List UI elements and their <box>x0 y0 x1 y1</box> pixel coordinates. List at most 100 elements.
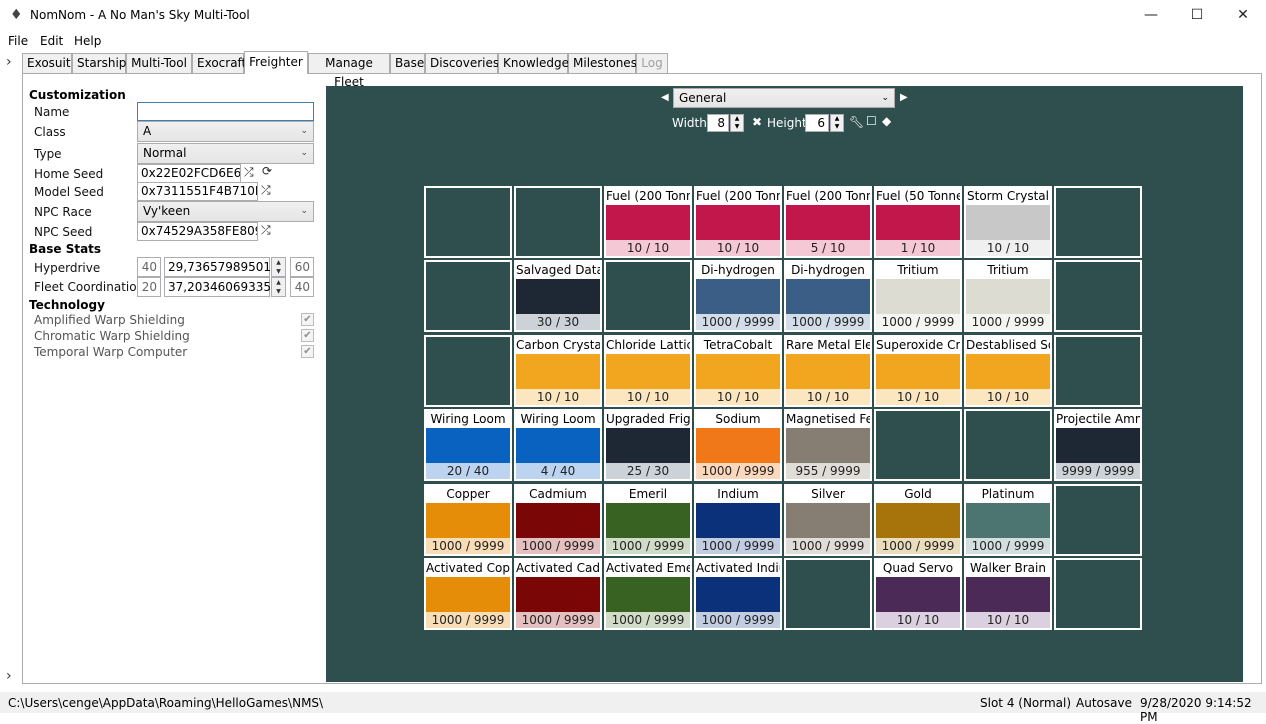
inventory-slot[interactable]: Wiring Loom 20 / 40 <box>424 409 512 481</box>
inventory-slot[interactable]: Destablised Sodium 10 / 10 <box>964 335 1052 407</box>
spin-up-icon[interactable]: ▲ <box>272 258 285 267</box>
inventory-slot[interactable]: Chloride Lattice 10 / 10 <box>604 335 692 407</box>
inventory-slot[interactable]: Cadmium 1000 / 9999 <box>514 484 602 556</box>
spin-up-icon[interactable]: ▲ <box>272 278 285 287</box>
inventory-slot[interactable]: Platinum 1000 / 9999 <box>964 484 1052 556</box>
tab-multi-tool[interactable]: Multi-Tool <box>126 53 192 73</box>
height-spinner[interactable]: ▲ ▼ <box>830 114 844 132</box>
inventory-slot[interactable]: Rare Metal Element 10 / 10 <box>784 335 872 407</box>
shuffle-icon[interactable]: ⤮ <box>261 183 271 198</box>
shuffle-icon[interactable]: ⤮ <box>261 223 271 238</box>
inventory-slot[interactable]: Emeril 1000 / 9999 <box>604 484 692 556</box>
inventory-slot[interactable]: Projectile Ammunition 9999 / 9999 <box>1054 409 1142 481</box>
npc-seed-input[interactable]: 0x74529A358FE8092D <box>137 222 258 241</box>
inventory-slot[interactable]: Silver 1000 / 9999 <box>784 484 872 556</box>
fill-icon[interactable]: ◆ <box>882 114 891 128</box>
inventory-slot-empty[interactable] <box>1054 186 1142 258</box>
inventory-slot[interactable]: Tritium 1000 / 9999 <box>964 260 1052 332</box>
inventory-slot[interactable]: Activated Cadmium 1000 / 9999 <box>514 558 602 630</box>
expand-top-chevron-icon[interactable]: › <box>6 54 12 70</box>
next-inventory-arrow-icon[interactable]: ▶ <box>900 92 908 103</box>
tab-exocraft[interactable]: Exocraft <box>192 53 246 73</box>
inventory-slot[interactable]: Storm Crystal 10 / 10 <box>964 186 1052 258</box>
spin-down-icon[interactable]: ▼ <box>272 287 285 296</box>
inventory-slot[interactable]: Di-hydrogen 1000 / 9999 <box>694 260 782 332</box>
expand-bottom-chevron-icon[interactable]: › <box>6 668 12 684</box>
type-select[interactable]: Normal ⌄ <box>137 143 314 164</box>
height-input[interactable]: 6 <box>805 114 829 132</box>
inventory-slot[interactable]: Walker Brain 10 / 10 <box>964 558 1052 630</box>
tab-manage-fleet[interactable]: Manage Fleet <box>308 53 390 89</box>
menu-file[interactable]: File <box>8 34 28 48</box>
shuffle-icon[interactable]: ⤮ <box>244 165 254 180</box>
hyperdrive-spinner[interactable]: ▲ ▼ <box>271 257 286 277</box>
inventory-slot[interactable]: Sodium 1000 / 9999 <box>694 409 782 481</box>
inventory-slot-empty[interactable] <box>424 260 512 332</box>
spin-up-icon[interactable]: ▲ <box>831 115 843 123</box>
fleet-coordination-input[interactable]: 37,2034606933594 <box>164 277 286 297</box>
npc-race-select[interactable]: Vy'keen ⌄ <box>137 201 314 222</box>
inventory-slot-empty[interactable] <box>1054 335 1142 407</box>
tech-item-label: Chromatic Warp Shielding <box>34 329 190 343</box>
inventory-slot[interactable]: Fuel (200 Tonnes) 10 / 10 <box>694 186 782 258</box>
inventory-slot[interactable]: Activated Indium 1000 / 9999 <box>694 558 782 630</box>
inventory-slot[interactable]: Gold 1000 / 9999 <box>874 484 962 556</box>
refresh-icon[interactable]: ⟳ <box>262 164 272 178</box>
close-button[interactable]: ✕ <box>1220 0 1266 31</box>
inventory-slot[interactable]: Activated Copper 1000 / 9999 <box>424 558 512 630</box>
tab-discoveries[interactable]: Discoveries <box>425 53 499 73</box>
prev-inventory-arrow-icon[interactable]: ◀ <box>661 92 669 103</box>
inventory-slot-empty[interactable] <box>964 409 1052 481</box>
maximize-button[interactable]: ☐ <box>1174 0 1220 31</box>
inventory-slot[interactable]: Fuel (200 Tonnes) 10 / 10 <box>604 186 692 258</box>
inventory-slot[interactable]: Quad Servo 10 / 10 <box>874 558 962 630</box>
spin-down-icon[interactable]: ▼ <box>831 123 843 131</box>
spin-down-icon[interactable]: ▼ <box>272 267 285 276</box>
inventory-slot-empty[interactable] <box>604 260 692 332</box>
tab-knowledge[interactable]: Knowledge <box>498 53 569 73</box>
menu-edit[interactable]: Edit <box>40 34 63 48</box>
hyperdrive-input[interactable]: 29,7365798950195 <box>164 257 286 277</box>
inventory-slot[interactable]: Fuel (200 Tonnes) 5 / 10 <box>784 186 872 258</box>
inventory-slot-empty[interactable] <box>424 186 512 258</box>
inventory-slot-empty[interactable] <box>514 186 602 258</box>
inventory-slot-empty[interactable] <box>424 335 512 407</box>
fleet-spinner[interactable]: ▲ ▼ <box>271 277 286 297</box>
inventory-slot[interactable]: Wiring Loom 4 / 40 <box>514 409 602 481</box>
inventory-slot[interactable]: Di-hydrogen 1000 / 9999 <box>784 260 872 332</box>
name-input[interactable] <box>137 102 314 121</box>
minimize-button[interactable]: — <box>1128 0 1174 31</box>
tab-base[interactable]: Base <box>390 53 425 73</box>
inventory-slot[interactable]: Superoxide Crystal 10 / 10 <box>874 335 962 407</box>
inventory-select[interactable]: General ⌄ <box>673 88 895 108</box>
tab-starship[interactable]: Starship <box>72 53 126 73</box>
inventory-slot-empty[interactable] <box>1054 558 1142 630</box>
inventory-slot[interactable]: Copper 1000 / 9999 <box>424 484 512 556</box>
inventory-slot-empty[interactable] <box>874 409 962 481</box>
inventory-slot[interactable]: Fuel (50 Tonnes) 1 / 10 <box>874 186 962 258</box>
inventory-slot[interactable]: Magnetised Ferrite 955 / 9999 <box>784 409 872 481</box>
inventory-slot[interactable]: Carbon Crystal 10 / 10 <box>514 335 602 407</box>
model-seed-input[interactable]: 0x7311551F4B710B74 <box>137 182 258 201</box>
menu-help[interactable]: Help <box>74 34 101 48</box>
width-input[interactable]: 8 <box>707 114 729 132</box>
inventory-slot-empty[interactable] <box>784 558 872 630</box>
inventory-slot[interactable]: Tritium 1000 / 9999 <box>874 260 962 332</box>
spin-down-icon[interactable]: ▼ <box>731 123 743 131</box>
inventory-slot[interactable]: Indium 1000 / 9999 <box>694 484 782 556</box>
inventory-slot[interactable]: Activated Emeril 1000 / 9999 <box>604 558 692 630</box>
inventory-slot-empty[interactable] <box>1054 484 1142 556</box>
width-spinner[interactable]: ▲ ▼ <box>730 114 744 132</box>
wrench-icon[interactable]: 🔧︎ <box>849 115 864 129</box>
tab-exosuit[interactable]: Exosuit <box>22 53 72 73</box>
inventory-slot[interactable]: Upgraded Frigate Module 25 / 30 <box>604 409 692 481</box>
spin-up-icon[interactable]: ▲ <box>731 115 743 123</box>
square-icon[interactable]: ☐ <box>866 114 877 128</box>
inventory-slot[interactable]: Salvaged Data 30 / 30 <box>514 260 602 332</box>
tab-milestones[interactable]: Milestones <box>568 53 637 73</box>
class-select[interactable]: A ⌄ <box>137 121 314 142</box>
inventory-slot-empty[interactable] <box>1054 260 1142 332</box>
tab-freighter[interactable]: Freighter <box>244 51 308 74</box>
home-seed-input[interactable]: 0x22E02FCD6E67A <box>137 164 241 183</box>
inventory-slot[interactable]: TetraCobalt 10 / 10 <box>694 335 782 407</box>
